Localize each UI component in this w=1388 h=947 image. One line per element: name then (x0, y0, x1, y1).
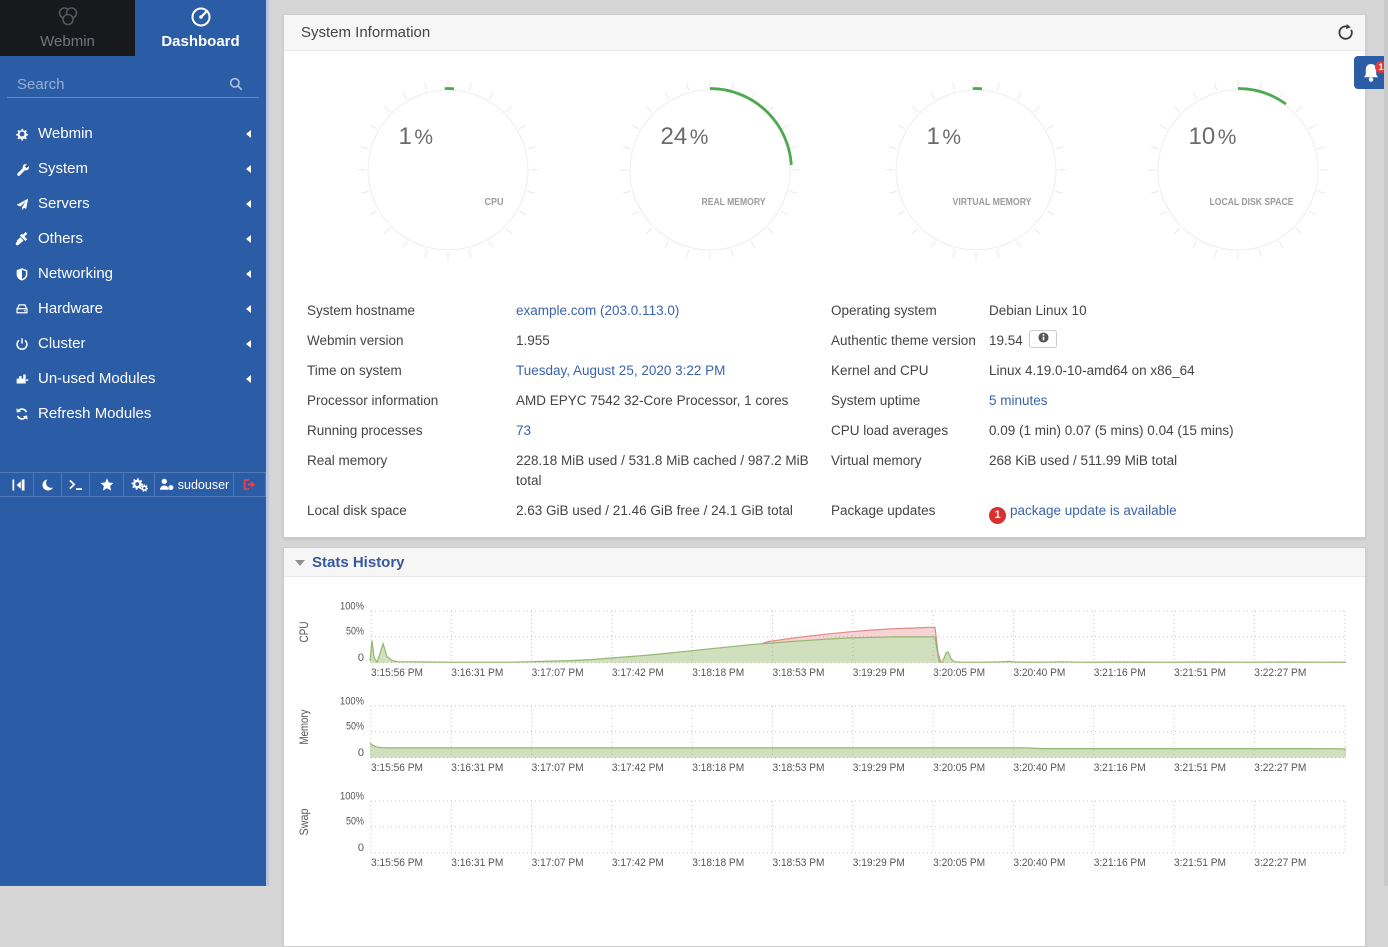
svg-text:0: 0 (358, 652, 364, 664)
svg-text:3:18:53 PM: 3:18:53 PM (773, 857, 825, 869)
svg-text:Memory: Memory (299, 709, 311, 744)
svg-text:100%: 100% (340, 601, 364, 613)
svg-text:3:21:16 PM: 3:21:16 PM (1094, 762, 1146, 774)
svg-text:3:15:56 PM: 3:15:56 PM (371, 667, 423, 679)
svg-text:10%: 10% (1189, 123, 1237, 150)
svg-text:3:17:07 PM: 3:17:07 PM (532, 762, 584, 774)
svg-text:3:20:40 PM: 3:20:40 PM (1013, 857, 1065, 869)
svg-text:1%: 1% (927, 123, 962, 150)
svg-text:3:20:05 PM: 3:20:05 PM (933, 857, 985, 869)
svg-text:3:21:51 PM: 3:21:51 PM (1174, 667, 1226, 679)
svg-text:24%: 24% (661, 123, 709, 150)
svg-text:3:19:29 PM: 3:19:29 PM (853, 762, 905, 774)
svg-text:LOCAL DISK SPACE: LOCAL DISK SPACE (1210, 197, 1294, 208)
svg-text:3:20:40 PM: 3:20:40 PM (1013, 667, 1065, 679)
svg-text:Swap: Swap (299, 809, 311, 836)
svg-text:3:20:40 PM: 3:20:40 PM (1013, 762, 1065, 774)
svg-text:50%: 50% (346, 626, 364, 638)
svg-text:3:17:42 PM: 3:17:42 PM (612, 667, 664, 679)
svg-text:100%: 100% (340, 696, 364, 708)
svg-text:0: 0 (358, 747, 364, 759)
svg-text:3:18:18 PM: 3:18:18 PM (692, 857, 744, 869)
svg-text:3:18:18 PM: 3:18:18 PM (692, 667, 744, 679)
svg-text:3:21:51 PM: 3:21:51 PM (1174, 857, 1226, 869)
svg-text:3:19:29 PM: 3:19:29 PM (853, 857, 905, 869)
svg-text:3:17:07 PM: 3:17:07 PM (532, 667, 584, 679)
svg-text:3:17:07 PM: 3:17:07 PM (532, 857, 584, 869)
svg-text:3:21:51 PM: 3:21:51 PM (1174, 762, 1226, 774)
svg-text:3:21:16 PM: 3:21:16 PM (1094, 667, 1146, 679)
svg-text:0: 0 (358, 842, 364, 854)
svg-text:3:22:27 PM: 3:22:27 PM (1254, 762, 1306, 774)
svg-text:3:18:53 PM: 3:18:53 PM (773, 762, 825, 774)
svg-text:3:20:05 PM: 3:20:05 PM (933, 667, 985, 679)
svg-text:3:16:31 PM: 3:16:31 PM (451, 762, 503, 774)
svg-text:3:17:42 PM: 3:17:42 PM (612, 857, 664, 869)
svg-text:3:16:31 PM: 3:16:31 PM (451, 667, 503, 679)
svg-text:CPU: CPU (299, 622, 311, 643)
svg-text:50%: 50% (346, 721, 364, 733)
svg-text:3:18:53 PM: 3:18:53 PM (773, 667, 825, 679)
svg-text:3:22:27 PM: 3:22:27 PM (1254, 857, 1306, 869)
svg-text:50%: 50% (346, 816, 364, 828)
svg-text:CPU: CPU (485, 197, 504, 208)
svg-text:REAL MEMORY: REAL MEMORY (702, 197, 766, 208)
svg-text:3:16:31 PM: 3:16:31 PM (451, 857, 503, 869)
svg-text:3:15:56 PM: 3:15:56 PM (371, 762, 423, 774)
svg-text:3:22:27 PM: 3:22:27 PM (1254, 667, 1306, 679)
svg-text:VIRTUAL MEMORY: VIRTUAL MEMORY (953, 197, 1032, 208)
svg-text:3:20:05 PM: 3:20:05 PM (933, 762, 985, 774)
svg-text:100%: 100% (340, 791, 364, 803)
svg-text:3:18:18 PM: 3:18:18 PM (692, 762, 744, 774)
svg-text:3:15:56 PM: 3:15:56 PM (371, 857, 423, 869)
svg-text:1%: 1% (399, 123, 434, 150)
svg-text:3:21:16 PM: 3:21:16 PM (1094, 857, 1146, 869)
svg-text:3:17:42 PM: 3:17:42 PM (612, 762, 664, 774)
svg-text:3:19:29 PM: 3:19:29 PM (853, 667, 905, 679)
